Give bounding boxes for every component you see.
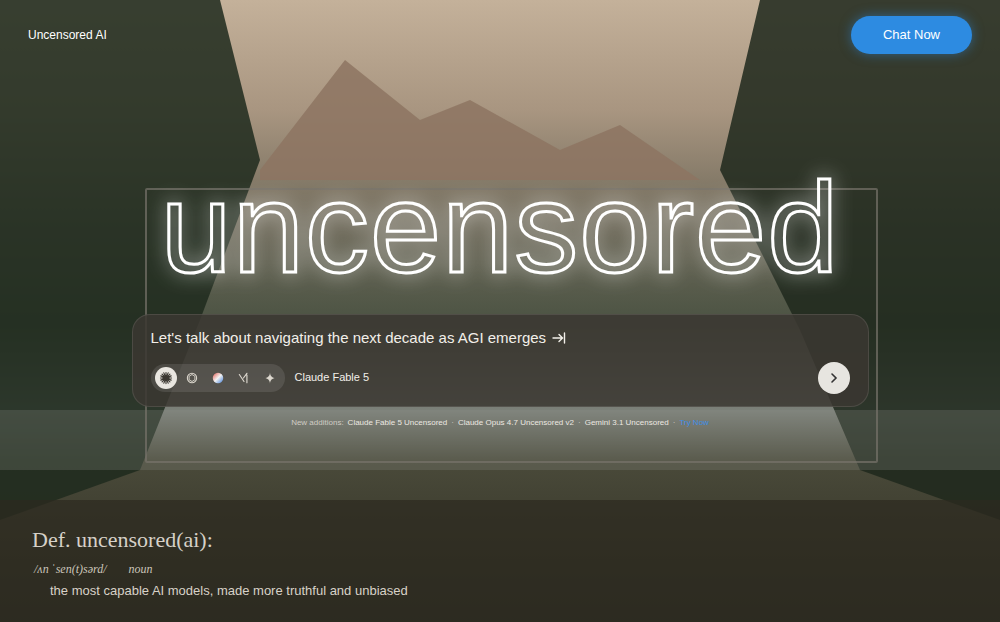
model-picker	[151, 364, 285, 392]
definition-meaning: the most capable AI models, made more tr…	[32, 581, 1000, 601]
new-model: Gemini 3.1 Uncensored	[585, 417, 669, 429]
new-additions: New additions: Claude Fable 5 Uncensored…	[0, 417, 1000, 429]
content: Uncensored AI Chat Now uncensored Let's …	[0, 0, 1000, 622]
model-option[interactable]	[155, 367, 177, 389]
model-option[interactable]	[207, 367, 229, 389]
model-option[interactable]	[181, 367, 203, 389]
header: Uncensored AI Chat Now	[0, 0, 1000, 54]
separator: ·	[451, 417, 454, 429]
separator: ·	[673, 417, 676, 429]
chat-now-button[interactable]: Chat Now	[851, 16, 972, 54]
prompt-toolbar: Claude Fable 5	[151, 362, 850, 394]
hero: uncensored	[0, 164, 1000, 292]
model-option[interactable]	[259, 367, 281, 389]
prompt-text[interactable]: Let's talk about navigating the next dec…	[151, 327, 547, 350]
tab-icon	[552, 331, 566, 345]
separator: ·	[578, 417, 581, 429]
new-additions-label: New additions:	[291, 417, 343, 429]
model-label: Claude Fable 5	[295, 369, 370, 386]
new-model: Claude Fable 5 Uncensored	[348, 417, 448, 429]
brand[interactable]: Uncensored AI	[28, 16, 107, 44]
orb-logo-icon	[211, 371, 225, 385]
try-now-link[interactable]: Try Now	[679, 417, 708, 429]
model-option[interactable]	[233, 367, 255, 389]
pronunciation: /ʌn ˈsen(t)sərd/	[34, 560, 107, 578]
prompt-box: Let's talk about navigating the next dec…	[132, 314, 869, 407]
definition-term: Def. uncensored(ai):	[32, 527, 1000, 553]
claude-logo-icon	[159, 371, 173, 385]
definition: Def. uncensored(ai): /ʌn ˈsen(t)sərd/ no…	[0, 527, 1000, 622]
prompt-input[interactable]: Let's talk about navigating the next dec…	[151, 327, 850, 350]
openai-logo-icon	[185, 371, 199, 385]
new-model: Claude Opus 4.7 Uncensored v2	[458, 417, 574, 429]
send-button[interactable]	[818, 362, 850, 394]
hero-title: uncensored	[161, 164, 840, 292]
gemini-logo-icon	[263, 371, 277, 385]
part-of-speech: noun	[129, 560, 153, 578]
chevron-right-icon	[828, 372, 840, 384]
xai-logo-icon	[237, 371, 251, 385]
page: Uncensored AI Chat Now uncensored Let's …	[0, 0, 1000, 622]
